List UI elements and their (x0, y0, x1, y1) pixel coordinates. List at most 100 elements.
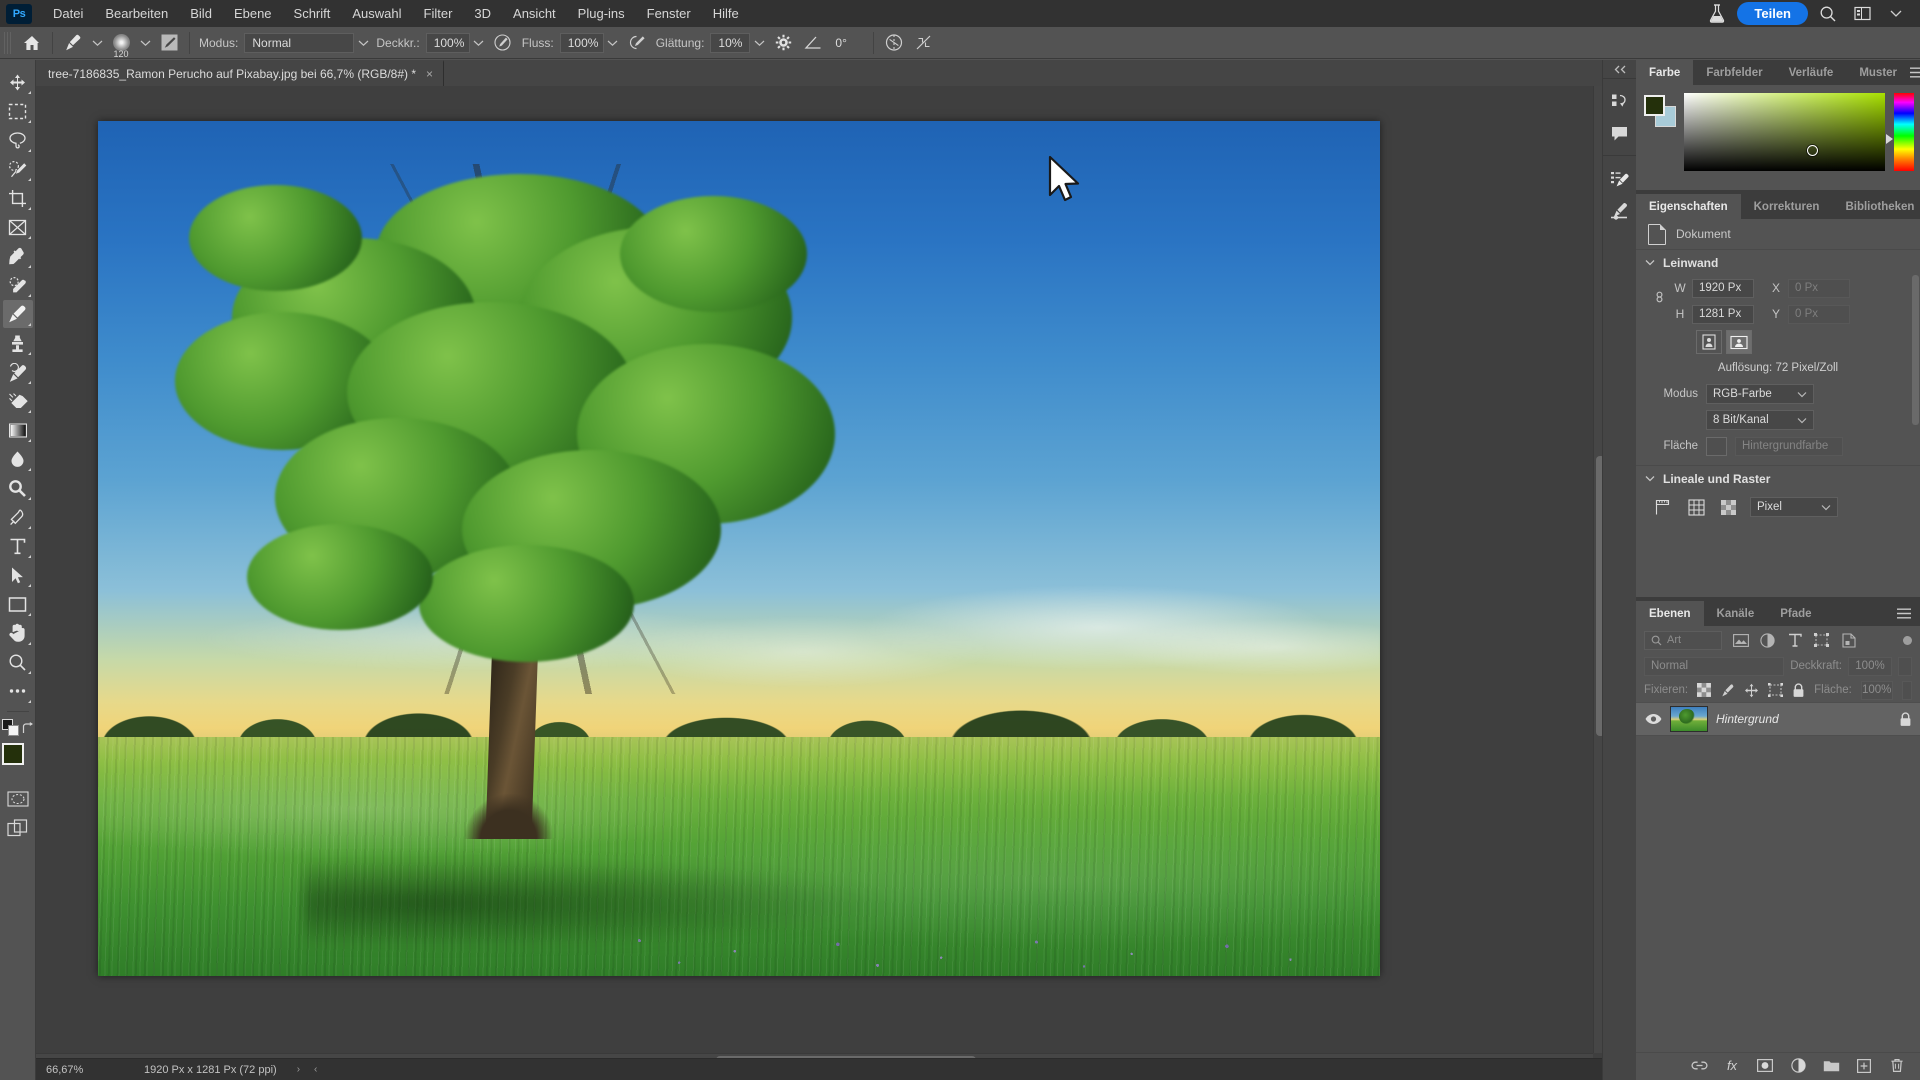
clone-stamp-tool[interactable] (3, 329, 33, 357)
menu-bearbeiten[interactable]: Bearbeiten (94, 2, 179, 25)
eraser-tool[interactable] (3, 387, 33, 415)
width-input[interactable]: 1920 Px (1692, 278, 1754, 298)
chevron-down-icon[interactable] (1882, 2, 1910, 26)
layer-filter-search[interactable]: Art (1644, 630, 1722, 650)
tab-muster[interactable]: Muster (1846, 60, 1910, 85)
hand-tool[interactable] (3, 619, 33, 647)
status-prev-icon[interactable]: ‹ (314, 1064, 317, 1075)
new-layer-icon[interactable] (1855, 1057, 1873, 1075)
layer-style-fx-icon[interactable]: fx (1723, 1057, 1741, 1075)
brush-settings-icon[interactable] (1607, 197, 1633, 223)
fill-value[interactable]: Hintergrundfarbe (1735, 436, 1843, 456)
color-panel-swatches[interactable] (1642, 95, 1680, 135)
type-tool[interactable] (3, 532, 33, 560)
link-layers-icon[interactable] (1690, 1057, 1708, 1075)
chevron-down-icon[interactable] (354, 33, 372, 53)
brush-icon[interactable] (58, 30, 88, 56)
tab-bibliotheken[interactable]: Bibliotheken (1832, 194, 1920, 219)
color-picker-handle[interactable] (1806, 145, 1818, 157)
move-tool[interactable] (3, 68, 33, 96)
shape-filter-icon[interactable] (1813, 632, 1830, 649)
section-lineale-und-raster[interactable]: Lineale und Raster (1636, 465, 1920, 491)
edit-toolbar-ellipsis-icon[interactable] (3, 677, 33, 705)
menu-ebene[interactable]: Ebene (223, 2, 283, 25)
flow-value[interactable]: 100% (559, 32, 604, 53)
fill-stepper[interactable] (1901, 680, 1912, 700)
smartobject-filter-icon[interactable] (1840, 632, 1857, 649)
layer-mask-icon[interactable] (1756, 1057, 1774, 1075)
brush-size-preview[interactable]: 120 (106, 30, 136, 59)
zoom-level[interactable]: 66,67% (36, 1064, 106, 1076)
history-brush-tool[interactable] (3, 358, 33, 386)
layer-name[interactable]: Hintergrund (1716, 712, 1779, 726)
crop-tool[interactable] (3, 184, 33, 212)
y-input[interactable]: 0 Px (1788, 304, 1850, 324)
chevron-down-icon[interactable] (470, 33, 488, 53)
gradient-tool[interactable] (3, 416, 33, 444)
quick-selection-tool[interactable] (3, 155, 33, 183)
tab-eigenschaften[interactable]: Eigenschaften (1636, 194, 1741, 219)
path-selection-tool[interactable] (3, 561, 33, 589)
brush-panel-toggle-icon[interactable] (154, 30, 184, 56)
brush-settings-chevron-icon[interactable] (136, 33, 154, 53)
foreground-color-swatch[interactable] (1, 743, 24, 765)
opacity-value[interactable]: 100% (1848, 656, 1892, 676)
transparency-grid-icon[interactable] (1718, 498, 1738, 516)
zoom-tool[interactable] (3, 648, 33, 676)
menu-schrift[interactable]: Schrift (283, 2, 342, 25)
collapse-panels-icon[interactable] (1603, 60, 1636, 78)
menu-auswahl[interactable]: Auswahl (341, 2, 412, 25)
frame-tool[interactable] (3, 213, 33, 241)
tab-farbe[interactable]: Farbe (1636, 60, 1694, 85)
flow-select[interactable]: 100% (559, 32, 622, 53)
ruler-unit-select[interactable]: Pixel (1750, 497, 1838, 517)
blend-mode-select[interactable]: Normal (1644, 656, 1785, 676)
ruler-icon[interactable] (1654, 498, 1674, 516)
hue-slider[interactable] (1886, 93, 1914, 171)
opacity-stepper[interactable] (1898, 656, 1912, 676)
tab-kanaele[interactable]: Kanäle (1704, 601, 1768, 626)
panel-menu-icon[interactable] (1897, 608, 1920, 619)
eye-icon[interactable] (1644, 713, 1662, 725)
chevron-down-icon[interactable] (750, 33, 768, 53)
brush-tool[interactable] (2, 300, 33, 328)
mode-select[interactable]: Normal (244, 32, 372, 53)
tab-korrekturen[interactable]: Korrekturen (1741, 194, 1833, 219)
chevron-down-icon[interactable] (1645, 259, 1655, 266)
bit-depth-select[interactable]: 8 Bit/Kanal (1706, 410, 1814, 430)
portrait-orientation-icon[interactable] (1696, 330, 1722, 354)
blur-tool[interactable] (3, 445, 33, 473)
height-input[interactable]: 1281 Px (1692, 304, 1754, 324)
panel-menu-icon[interactable] (1910, 67, 1920, 78)
workspace-icon[interactable] (1848, 2, 1876, 26)
menu-filter[interactable]: Filter (413, 2, 464, 25)
angle-value[interactable]: 0° (828, 33, 868, 53)
mode-value[interactable]: Normal (244, 32, 355, 53)
options-bar-grip[interactable] (4, 31, 13, 54)
no-symmetry-icon[interactable] (909, 30, 939, 56)
image-filter-icon[interactable] (1732, 632, 1749, 649)
properties-scrollbar-thumb[interactable] (1912, 275, 1919, 425)
quick-mask-icon[interactable] (3, 785, 33, 813)
menu-plugins[interactable]: Plug-ins (567, 2, 636, 25)
screen-mode-icon[interactable] (3, 814, 33, 842)
home-icon[interactable] (17, 30, 47, 56)
smoothing-value[interactable]: 10% (710, 32, 751, 53)
fill-color-swatch[interactable] (1706, 436, 1727, 456)
lock-transparency-icon[interactable] (1697, 682, 1712, 698)
default-colors-icon[interactable] (1, 719, 19, 739)
rectangle-tool[interactable] (3, 590, 33, 618)
tab-farbfelder[interactable]: Farbfelder (1693, 60, 1775, 85)
lock-artboard-icon[interactable] (1768, 682, 1784, 698)
new-group-icon[interactable] (1822, 1057, 1840, 1075)
lock-position-icon[interactable] (1744, 682, 1759, 698)
color-gradient-field[interactable] (1684, 93, 1885, 171)
delete-layer-icon[interactable] (1888, 1057, 1906, 1075)
table-row[interactable]: Hintergrund (1636, 702, 1920, 736)
menu-3d[interactable]: 3D (463, 2, 502, 25)
swap-colors-icon[interactable] (21, 721, 34, 735)
pen-tool[interactable] (3, 503, 33, 531)
flask-icon[interactable] (1703, 2, 1731, 26)
color-swatches[interactable] (1, 743, 36, 777)
canvas-area[interactable] (36, 86, 1606, 1066)
